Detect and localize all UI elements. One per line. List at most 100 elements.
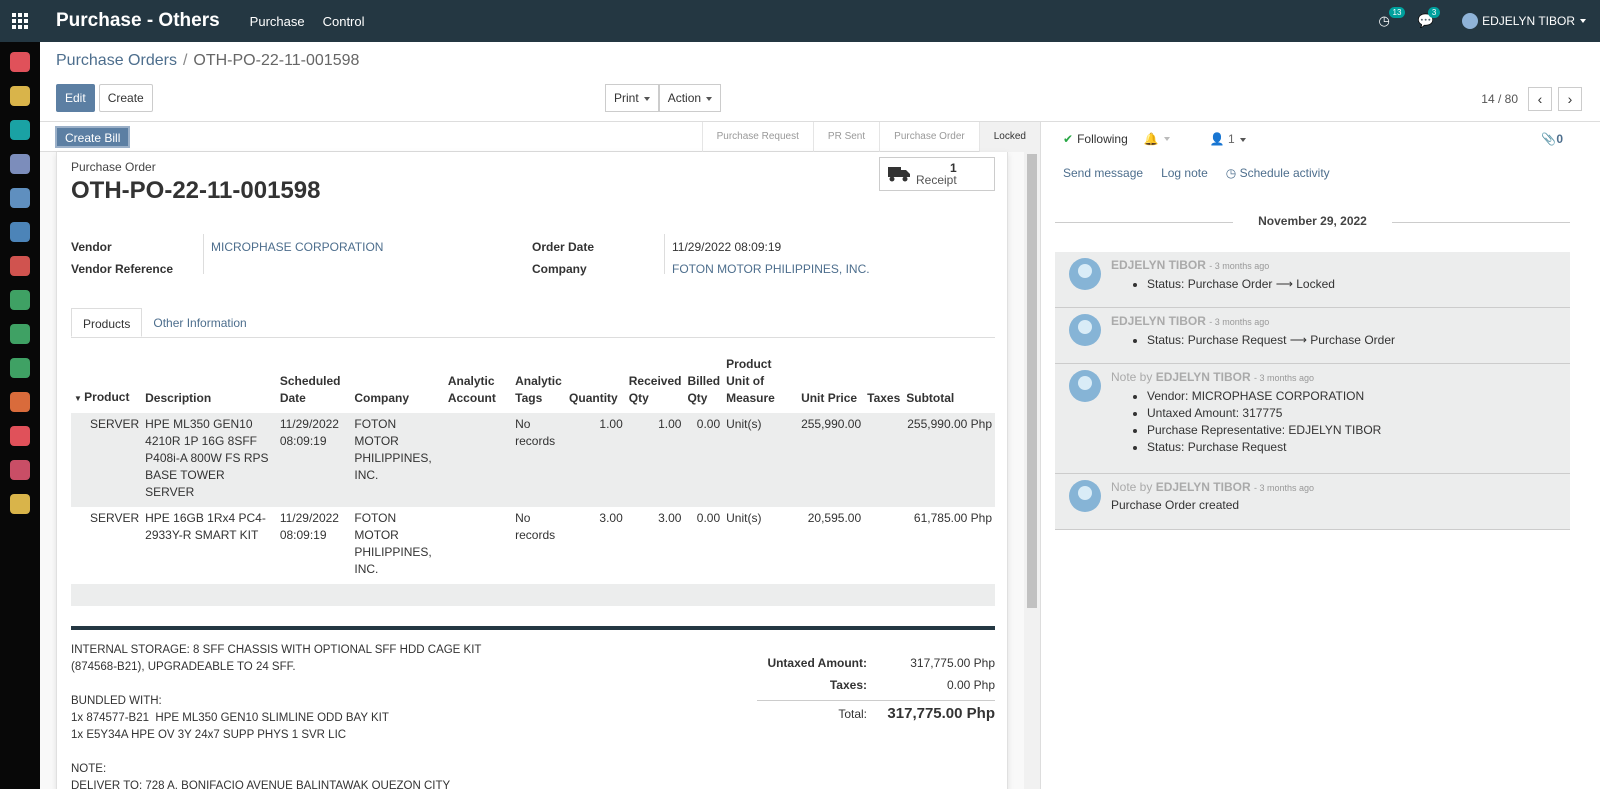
column-header-scheduled-date[interactable]: Scheduled Date [277, 352, 352, 413]
bell-icon[interactable]: 🔔 [1144, 132, 1159, 146]
stage-pr-sent[interactable]: PR Sent [812, 122, 879, 152]
breadcrumb-purchase-orders[interactable]: Purchase Orders [56, 52, 177, 69]
chevron-left-icon: ‹ [1537, 91, 1543, 107]
send-message-button[interactable]: Send message [1063, 166, 1143, 180]
column-header-product[interactable]: ▼ Product [71, 352, 142, 413]
edit-button[interactable]: Edit [56, 84, 95, 112]
column-header-taxes[interactable]: Taxes [864, 352, 903, 413]
cell-billed-qty: 0.00 [684, 413, 724, 507]
cell-scheduled-date: 11/29/2022 08:09:19 [276, 413, 352, 507]
attachments-button[interactable]: 📎0 [1541, 132, 1563, 146]
tracking-value: Purchase Representative: EDJELYN TIBOR [1147, 422, 1381, 439]
message-badge: 3 [1427, 7, 1441, 18]
form-scrollbar[interactable] [1024, 152, 1040, 789]
message-author[interactable]: EDJELYN TIBOR [1111, 314, 1206, 328]
log-note-button[interactable]: Log note [1161, 166, 1208, 180]
schedule-activity-label: Schedule activity [1239, 166, 1330, 180]
cell-uom: Unit(s) [723, 413, 799, 507]
purchase-others-icon[interactable] [10, 324, 30, 344]
calendar-icon[interactable] [10, 86, 30, 106]
avatar[interactable] [1069, 258, 1101, 290]
accounting-icon[interactable] [10, 222, 30, 242]
discuss-icon[interactable] [10, 52, 30, 72]
following-button[interactable]: Following [1077, 132, 1128, 146]
attachments-count: 0 [1556, 132, 1563, 146]
column-header-quantity[interactable]: Quantity [566, 352, 626, 413]
menu-purchase[interactable]: Purchase [250, 14, 305, 29]
avatar[interactable] [1069, 314, 1101, 346]
tab-other-information[interactable]: Other Information [142, 308, 257, 337]
menu-control[interactable]: Control [323, 14, 365, 29]
cell-subtotal: 255,990.00 Php [903, 413, 995, 507]
pager-value[interactable]: 14 / 80 [1481, 92, 1518, 106]
dashboard-icon[interactable] [10, 426, 30, 446]
create-bill-button[interactable]: Create Bill [55, 126, 131, 148]
message-author[interactable]: EDJELYN TIBOR [1111, 258, 1206, 272]
message-item: Note by EDJELYN TIBOR - 3 months ago Pur… [1055, 474, 1570, 530]
apps-menu-icon[interactable] [0, 0, 40, 42]
messaging-button[interactable]: 💬 3 [1418, 7, 1441, 29]
cell-analytic-account [445, 507, 512, 584]
tab-products[interactable]: Products [71, 308, 143, 337]
table-row[interactable]: SERVER HPE ML350 GEN10 4210R 1P 16G 8SFF… [71, 413, 995, 507]
crm-icon[interactable] [10, 154, 30, 174]
purchase-icon[interactable] [10, 290, 30, 310]
form-sheet: Purchase Order OTH-PO-22-11-001598 1 Rec… [56, 152, 1008, 789]
order-date-field: 11/29/2022 08:09:19 [672, 240, 782, 254]
column-header-uom[interactable]: Product Unit of Measure [723, 352, 798, 413]
column-header-analytic-account[interactable]: Analytic Account [445, 352, 512, 413]
table-row[interactable]: SERVER HPE 16GB 1Rx4 PC4-2933Y-R SMART K… [71, 507, 995, 584]
pager: 14 / 80 ‹ › [1481, 87, 1582, 111]
followers-button[interactable]: 👤 1 [1210, 132, 1246, 146]
breadcrumb: Purchase Orders / OTH-PO-22-11-001598 [56, 52, 359, 70]
pager-next-button[interactable]: › [1558, 87, 1582, 111]
stage-locked[interactable]: Locked [978, 122, 1040, 152]
schedule-activity-button[interactable]: ◷ Schedule activity [1226, 166, 1330, 180]
chevron-down-icon [1580, 19, 1586, 23]
column-header-company[interactable]: Company [351, 352, 444, 413]
paperclip-icon: 📎 [1541, 132, 1557, 146]
status-stages: Purchase Request PR Sent Purchase Order … [701, 122, 1040, 152]
action-dropdown[interactable]: Action [658, 84, 722, 112]
stage-purchase-request[interactable]: Purchase Request [701, 122, 813, 152]
message-item: EDJELYN TIBOR - 3 months ago Status: Pur… [1055, 252, 1570, 308]
company-field[interactable]: FOTON MOTOR PHILIPPINES, INC. [672, 262, 870, 276]
cell-subtotal: 61,785.00 Php [913, 511, 992, 525]
column-header-billed-qty[interactable]: Billed Qty [684, 352, 723, 413]
message-author[interactable]: EDJELYN TIBOR [1156, 370, 1251, 384]
cell-unit-price: 255,990.00 [798, 413, 865, 507]
invoicing-icon[interactable] [10, 188, 30, 208]
inventory-icon[interactable] [10, 460, 30, 480]
sales-icon[interactable] [10, 256, 30, 276]
column-header-analytic-tags[interactable]: Analytic Tags [512, 352, 566, 413]
untaxed-amount-value: 317,775.00 Php [910, 656, 995, 670]
total-label: Total: [838, 707, 867, 721]
total-value: 317,775.00 Php [887, 705, 995, 722]
activity-button[interactable]: ◷ 13 [1379, 7, 1406, 29]
column-header-received-qty[interactable]: Received Qty [626, 352, 685, 413]
top-navbar: Purchase - Others Purchase Control ◷ 13 … [0, 0, 1600, 42]
user-name: EDJELYN TIBOR [1482, 14, 1575, 28]
message-author[interactable]: EDJELYN TIBOR [1156, 480, 1251, 494]
avatar[interactable] [1069, 480, 1101, 512]
create-button[interactable]: Create [98, 84, 153, 112]
order-lines-table: ▼ Product Description Scheduled Date Com… [71, 352, 995, 606]
scrollbar-thumb[interactable] [1027, 154, 1037, 608]
receipt-smart-button[interactable]: 1 Receipt [879, 157, 995, 191]
pager-previous-button[interactable]: ‹ [1528, 87, 1552, 111]
column-header-description[interactable]: Description [142, 352, 277, 413]
user-menu[interactable]: EDJELYN TIBOR [1462, 13, 1586, 29]
app-title: Purchase - Others [56, 10, 220, 31]
print-dropdown[interactable]: Print [605, 84, 659, 112]
column-header-subtotal[interactable]: Subtotal [903, 352, 995, 413]
purchase-local-icon[interactable] [10, 358, 30, 378]
invoice-icon[interactable] [10, 392, 30, 412]
settings-icon[interactable] [10, 494, 30, 514]
section-divider [71, 626, 995, 630]
column-header-unit-price[interactable]: Unit Price [798, 352, 864, 413]
contacts-icon[interactable] [10, 120, 30, 140]
avatar[interactable] [1069, 370, 1101, 402]
stage-purchase-order[interactable]: Purchase Order [879, 122, 979, 152]
vendor-field[interactable]: MICROPHASE CORPORATION [211, 240, 383, 254]
field-divider [664, 234, 665, 274]
